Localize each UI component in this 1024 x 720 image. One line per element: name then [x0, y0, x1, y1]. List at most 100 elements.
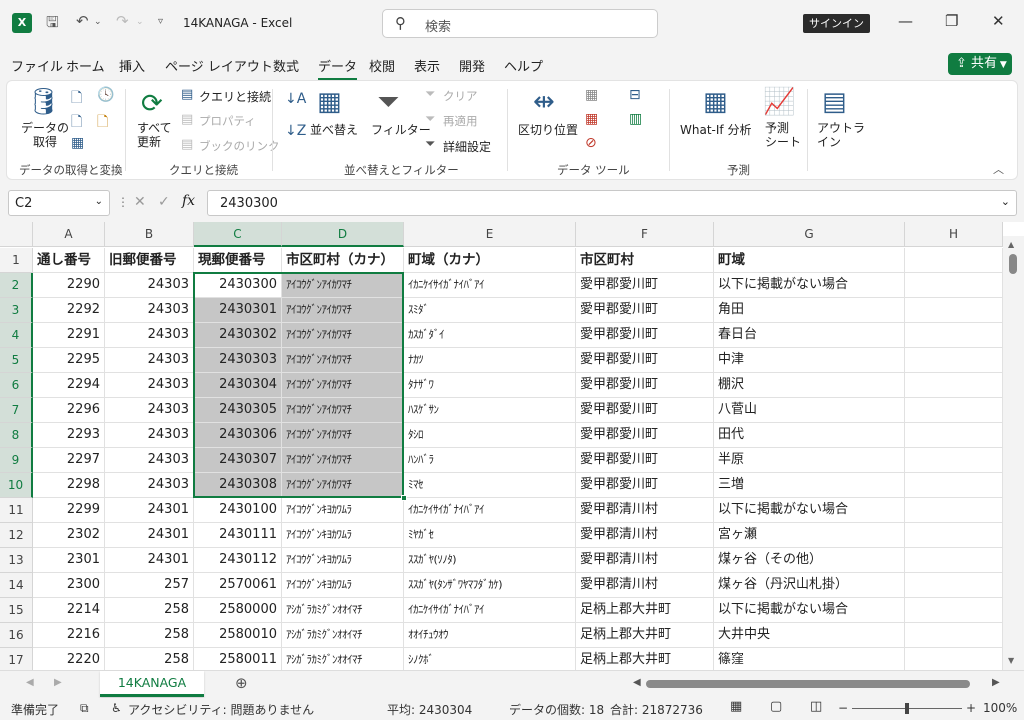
table-cell[interactable]: ﾐﾔｶﾞｾ: [404, 523, 576, 548]
row-header-10[interactable]: 10: [0, 473, 33, 498]
existing-connections-icon[interactable]: 🗋: [97, 111, 108, 135]
table-cell[interactable]: 24301: [105, 498, 194, 523]
scroll-thumb[interactable]: [1009, 254, 1017, 274]
advanced-button[interactable]: 詳細設定: [443, 138, 491, 155]
table-cell[interactable]: 2430305: [194, 398, 282, 423]
table-cell[interactable]: 三増: [714, 473, 905, 498]
table-cell[interactable]: 24303: [105, 423, 194, 448]
table-cell[interactable]: 2430307: [194, 448, 282, 473]
table-cell[interactable]: [905, 623, 1003, 648]
row-header-9[interactable]: 9: [0, 448, 33, 473]
tab-view[interactable]: 表示: [414, 56, 440, 75]
relationships-icon[interactable]: ▥: [629, 111, 642, 127]
table-cell[interactable]: [905, 498, 1003, 523]
row-header-6[interactable]: 6: [0, 373, 33, 398]
table-cell[interactable]: 2291: [33, 323, 105, 348]
table-cell[interactable]: 2580010: [194, 623, 282, 648]
table-cell[interactable]: 大井中央: [714, 623, 905, 648]
tab-home[interactable]: ホーム: [66, 56, 105, 75]
table-cell[interactable]: 2296: [33, 398, 105, 423]
table-cell[interactable]: 愛甲郡愛川町: [576, 323, 714, 348]
status-average[interactable]: 平均: 2430304: [387, 701, 472, 718]
table-cell[interactable]: ｶｽｶﾞﾀﾞｲ: [404, 323, 576, 348]
table-cell[interactable]: ｱｲｺｳｸﾞﾝｱｲｶﾜﾏﾁ: [282, 473, 404, 498]
table-cell[interactable]: 2570061: [194, 573, 282, 598]
expand-formula-icon[interactable]: ⌄: [1001, 195, 1010, 208]
zoom-slider-thumb[interactable]: [905, 703, 909, 714]
table-cell[interactable]: ﾀﾅｻﾞﾜ: [404, 373, 576, 398]
table-cell[interactable]: 24303: [105, 348, 194, 373]
table-cell[interactable]: 春日台: [714, 323, 905, 348]
next-sheet-icon[interactable]: ▶: [54, 677, 62, 688]
table-cell[interactable]: [905, 323, 1003, 348]
tab-insert[interactable]: 挿入: [119, 56, 145, 75]
filter-button[interactable]: フィルター: [371, 121, 431, 138]
table-cell[interactable]: ｲｶﾆｹｲｻｲｶﾞﾅｲﾊﾞｱｲ: [404, 273, 576, 298]
table-cell[interactable]: 24301: [105, 523, 194, 548]
table-cell[interactable]: 愛甲郡清川村: [576, 523, 714, 548]
table-cell[interactable]: ｽｽｶﾞﾔ(ｿﾉﾀ): [404, 548, 576, 573]
from-table-icon[interactable]: ▦: [71, 135, 84, 151]
clear-button[interactable]: クリア: [443, 88, 478, 104]
table-cell[interactable]: ｱｲｺｳｸﾞﾝｷﾖｶﾜﾑﾗ: [282, 548, 404, 573]
table-cell[interactable]: ｱｲｺｳｸﾞﾝｷﾖｶﾜﾑﾗ: [282, 573, 404, 598]
table-cell[interactable]: 2430301: [194, 298, 282, 323]
add-sheet-icon[interactable]: ⊕: [235, 674, 248, 692]
header-cell[interactable]: 旧郵便番号: [105, 248, 194, 273]
table-cell[interactable]: 2430303: [194, 348, 282, 373]
forecast-sheet-button[interactable]: 予測 シート: [765, 121, 801, 149]
table-cell[interactable]: 2430302: [194, 323, 282, 348]
tab-help[interactable]: ヘルプ: [504, 56, 543, 75]
table-cell[interactable]: 2298: [33, 473, 105, 498]
header-cell[interactable]: 町域: [714, 248, 905, 273]
sort-za-icon[interactable]: ↓Z: [285, 123, 306, 139]
table-cell[interactable]: [905, 273, 1003, 298]
table-cell[interactable]: ﾊﾝﾊﾞﾗ: [404, 448, 576, 473]
row-header-16[interactable]: 16: [0, 623, 33, 648]
header-cell[interactable]: 町域（カナ）: [404, 248, 576, 273]
queries-connections-button[interactable]: クエリと接続: [199, 88, 271, 105]
page-layout-icon[interactable]: ▢: [770, 699, 782, 714]
table-cell[interactable]: 愛甲郡愛川町: [576, 298, 714, 323]
table-cell[interactable]: ｲｶﾆｹｲｻｲｶﾞﾅｲﾊﾞｱｲ: [404, 598, 576, 623]
reapply-button[interactable]: 再適用: [443, 113, 478, 129]
table-cell[interactable]: 2295: [33, 348, 105, 373]
header-cell[interactable]: 通し番号: [33, 248, 105, 273]
table-cell[interactable]: 2430300: [194, 273, 282, 298]
table-cell[interactable]: 田代: [714, 423, 905, 448]
table-cell[interactable]: 2430100: [194, 498, 282, 523]
row-header-12[interactable]: 12: [0, 523, 33, 548]
column-header-a[interactable]: A: [33, 222, 105, 247]
table-cell[interactable]: 258: [105, 598, 194, 623]
macro-icon[interactable]: ⧉: [80, 701, 89, 716]
table-cell[interactable]: ｱｲｺｳｸﾞﾝｱｲｶﾜﾏﾁ: [282, 348, 404, 373]
table-cell[interactable]: [905, 473, 1003, 498]
table-cell[interactable]: ｱｲｺｳｸﾞﾝｱｲｶﾜﾏﾁ: [282, 323, 404, 348]
from-web-icon[interactable]: 🗋: [71, 111, 82, 135]
table-cell[interactable]: ｱｲｺｳｸﾞﾝｱｲｶﾜﾏﾁ: [282, 423, 404, 448]
table-cell[interactable]: 2430111: [194, 523, 282, 548]
row-header-5[interactable]: 5: [0, 348, 33, 373]
scroll-left-icon[interactable]: ◀: [633, 677, 641, 688]
table-cell[interactable]: ｱｼｶﾞﾗｶﾐｸﾞﾝｵｵｲﾏﾁ: [282, 598, 404, 623]
table-cell[interactable]: ｽﾐﾀﾞ: [404, 298, 576, 323]
column-header-g[interactable]: G: [714, 222, 905, 247]
close-icon[interactable]: ✕: [992, 12, 1005, 30]
row-header-8[interactable]: 8: [0, 423, 33, 448]
tab-data[interactable]: データ: [318, 56, 358, 80]
column-header-d[interactable]: D: [282, 222, 404, 247]
column-header-f[interactable]: F: [576, 222, 714, 247]
undo-dropdown-icon[interactable]: ⌄: [94, 17, 102, 27]
table-cell[interactable]: 愛甲郡愛川町: [576, 348, 714, 373]
table-cell[interactable]: 煤ヶ谷（その他）: [714, 548, 905, 573]
header-cell[interactable]: [905, 248, 1003, 273]
table-cell[interactable]: 257: [105, 573, 194, 598]
scroll-right-icon[interactable]: ▶: [992, 677, 1000, 688]
table-cell[interactable]: 24303: [105, 473, 194, 498]
table-cell[interactable]: [905, 523, 1003, 548]
column-header-b[interactable]: B: [105, 222, 194, 247]
get-data-button[interactable]: データの 取得: [21, 121, 69, 149]
header-cell[interactable]: 現郵便番号: [194, 248, 282, 273]
worksheet-grid[interactable]: A B C D E F G H 1 通し番号 旧郵便番号 現郵便番号 市区町村（カナ） 町域（カナ） 市区町…: [0, 222, 1024, 673]
consolidate-icon[interactable]: ⊟: [629, 87, 641, 103]
